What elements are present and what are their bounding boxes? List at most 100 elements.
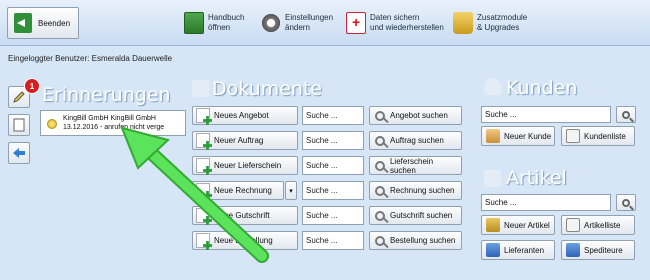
logged-in-user: Eingeloggter Benutzer: Esmeralda Dauerwe… [8, 54, 173, 63]
add-document-icon [196, 208, 210, 223]
search-icon [622, 198, 630, 207]
arrow-left-icon [13, 148, 25, 158]
search-key-icon [375, 185, 385, 196]
credit-note-search-label: Gutschrift suchen [390, 211, 453, 220]
search-key-icon [375, 235, 385, 246]
purchase-order-search-label: Bestellung suchen [390, 236, 456, 245]
customer-search-button[interactable] [616, 106, 636, 123]
new-invoice-label: Neue Rechnung [214, 186, 272, 195]
new-order-button[interactable]: Neuer Auftrag [192, 131, 298, 150]
notes-button[interactable] [8, 114, 30, 136]
offer-search-label: Angebot suchen [390, 111, 448, 120]
back-button[interactable] [8, 142, 30, 164]
reminder-count-badge: 1 [24, 78, 40, 94]
article-list-icon [566, 218, 580, 232]
new-customer-button[interactable]: Neuer Kunde [481, 126, 555, 146]
document-icon [13, 118, 25, 132]
order-search-input[interactable]: Suche ... [302, 131, 364, 150]
search-key-icon [375, 160, 385, 171]
supplier-icon [486, 243, 500, 257]
customers-icon [484, 78, 501, 95]
delivery-note-search-input[interactable]: Suche ... [302, 156, 364, 175]
manual-button[interactable]: Handbuch öffnen [184, 9, 244, 37]
new-article-button[interactable]: Neuer Artikel [481, 215, 555, 235]
article-list-button[interactable]: Artikelliste [561, 215, 635, 235]
reminder-text: 13.12.2016 - anrufen nicht verge [63, 124, 165, 131]
add-article-icon [486, 218, 500, 232]
invoice-dropdown-button[interactable]: ▾ [285, 181, 297, 200]
new-credit-note-label: Neue Gutschrift [214, 211, 270, 220]
add-document-icon [196, 183, 210, 198]
credit-note-search-button[interactable]: Gutschrift suchen [369, 206, 462, 225]
new-offer-button[interactable]: Neues Angebot [192, 106, 298, 125]
new-credit-note-button[interactable]: Neue Gutschrift [192, 206, 298, 225]
add-document-icon [196, 133, 210, 148]
new-order-label: Neuer Auftrag [214, 136, 264, 145]
new-customer-label: Neuer Kunde [504, 131, 552, 141]
new-article-label: Neuer Artikel [504, 220, 550, 230]
search-icon [622, 110, 630, 119]
backup-button[interactable]: Daten sichernund wiederherstellen [346, 9, 444, 37]
backup-label-line1: Daten sichern [370, 13, 420, 22]
carriers-label: Spediteure [584, 245, 623, 255]
exit-door-icon [14, 13, 32, 33]
article-search-input[interactable]: Suche ... [481, 194, 611, 211]
add-document-icon [196, 108, 210, 123]
customer-list-button[interactable]: Kundenliste [561, 126, 635, 146]
new-purchase-order-label: Neue Bestellung [214, 236, 273, 245]
gear-icon [261, 12, 281, 34]
carriers-button[interactable]: Spediteure [561, 240, 635, 260]
article-search-button[interactable] [616, 194, 636, 211]
delivery-note-search-button[interactable]: Lieferschein suchen [369, 156, 462, 175]
addons-button[interactable]: Zusatzmodule & Upgrades [453, 9, 527, 37]
new-delivery-note-label: Neuer Lieferschein [214, 161, 282, 170]
invoice-search-label: Rechnung suchen [390, 186, 455, 195]
settings-label-line1: Einstellungen [285, 13, 334, 22]
new-offer-label: Neues Angebot [214, 111, 269, 120]
reminders-title: Erinnerungen [42, 84, 171, 106]
documents-icon [192, 80, 209, 97]
add-document-icon [196, 158, 210, 173]
exit-button[interactable]: Beenden [7, 7, 79, 39]
customer-list-icon [566, 129, 580, 143]
search-key-icon [375, 210, 385, 221]
order-search-label: Auftrag suchen [390, 136, 444, 145]
offer-search-input[interactable]: Suche ... [302, 106, 364, 125]
delivery-note-search-label: Lieferschein suchen [389, 156, 434, 175]
manual-label-line1: Handbuch [208, 13, 245, 22]
settings-label-line2: ändern [285, 23, 310, 32]
settings-button[interactable]: Einstellungen ändern [261, 9, 333, 37]
add-document-icon [196, 233, 210, 248]
pencil-icon [13, 91, 25, 103]
offer-search-button[interactable]: Angebot suchen [369, 106, 462, 125]
lock-icon [453, 12, 473, 34]
reminder-company: KingBill GmbH KingBill GmbH [63, 115, 156, 122]
customer-list-label: Kundenliste [584, 131, 626, 141]
addons-label-line1: Zusatzmodule [477, 13, 528, 22]
customers-title: Kunden [506, 77, 578, 99]
add-customer-icon [486, 129, 500, 143]
articles-icon [484, 170, 501, 187]
manual-book-icon [184, 12, 204, 34]
article-list-label: Artikelliste [584, 220, 621, 230]
credit-note-search-input[interactable]: Suche ... [302, 206, 364, 225]
addons-label-line2: & Upgrades [477, 23, 520, 32]
new-purchase-order-button[interactable]: Neue Bestellung [192, 231, 298, 250]
search-key-icon [375, 135, 385, 146]
new-invoice-button[interactable]: Neue Rechnung [192, 181, 284, 200]
customer-search-input[interactable]: Suche ... [481, 106, 611, 123]
new-delivery-note-button[interactable]: Neuer Lieferschein [192, 156, 298, 175]
order-search-button[interactable]: Auftrag suchen [369, 131, 462, 150]
invoice-search-button[interactable]: Rechnung suchen [369, 181, 462, 200]
reminder-status-icon [47, 119, 57, 129]
reminder-item[interactable]: KingBill GmbH KingBill GmbH 13.12.2016 -… [40, 110, 186, 136]
invoice-search-input[interactable]: Suche ... [302, 181, 364, 200]
purchase-order-search-button[interactable]: Bestellung suchen [369, 231, 462, 250]
purchase-order-search-input[interactable]: Suche ... [302, 231, 364, 250]
manual-label-line2: öffnen [208, 23, 231, 32]
suppliers-button[interactable]: Lieferanten [481, 240, 555, 260]
articles-title: Artikel [506, 167, 567, 189]
exit-label: Beenden [38, 18, 71, 28]
truck-icon [566, 243, 580, 257]
top-toolbar: Beenden Handbuch öffnen Einstellungen ände… [0, 0, 650, 46]
